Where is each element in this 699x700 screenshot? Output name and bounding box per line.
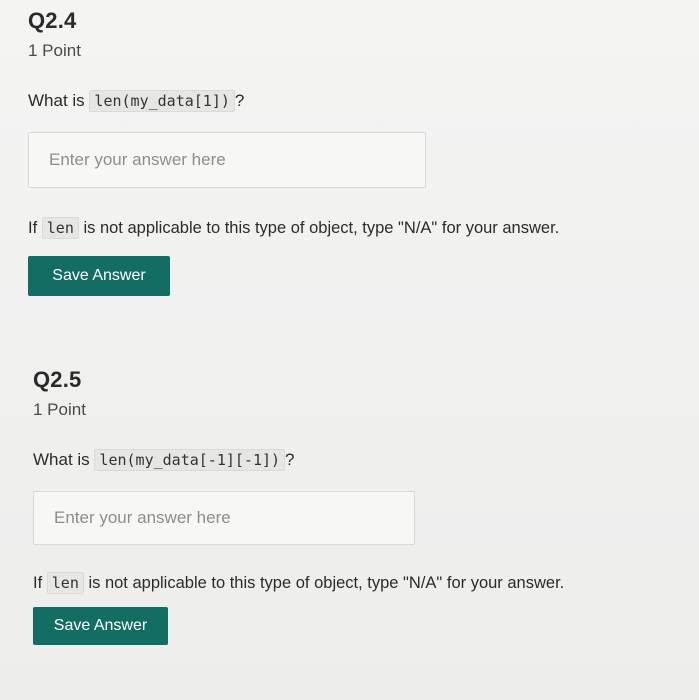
question-title: Q2.5 [33,367,82,392]
question-q2-5: Q2.5 1 Point What is len(my_data[-1][-1]… [33,365,673,645]
question-q2-4: Q2.4 1 Point What is len(my_data[1])? If… [28,6,668,296]
save-answer-button[interactable]: Save Answer [28,256,170,296]
note-prefix: If [28,219,38,237]
prompt-code: len(my_data[1]) [89,90,235,112]
answer-input[interactable] [33,491,415,545]
prompt-prefix: What is [33,450,90,469]
answer-note: If len is not applicable to this type of… [28,216,668,240]
prompt-suffix: ? [234,91,245,110]
prompt-prefix: What is [28,91,85,110]
question-prompt: What is len(my_data[-1][-1])? [33,447,673,473]
prompt-code: len(my_data[-1][-1]) [94,449,286,471]
answer-note: If len is not applicable to this type of… [33,571,673,595]
question-points: 1 Point [33,400,86,419]
question-prompt: What is len(my_data[1])? [28,88,668,114]
note-code: len [41,217,79,239]
note-suffix: is not applicable to this type of object… [88,574,565,592]
note-suffix: is not applicable to this type of object… [83,219,560,237]
question-points: 1 Point [28,41,81,60]
prompt-suffix: ? [285,450,295,469]
note-prefix: If [33,574,43,592]
save-answer-button[interactable]: Save Answer [33,607,168,645]
question-title: Q2.4 [28,8,77,33]
note-code: len [46,572,84,594]
answer-input[interactable] [28,132,426,188]
